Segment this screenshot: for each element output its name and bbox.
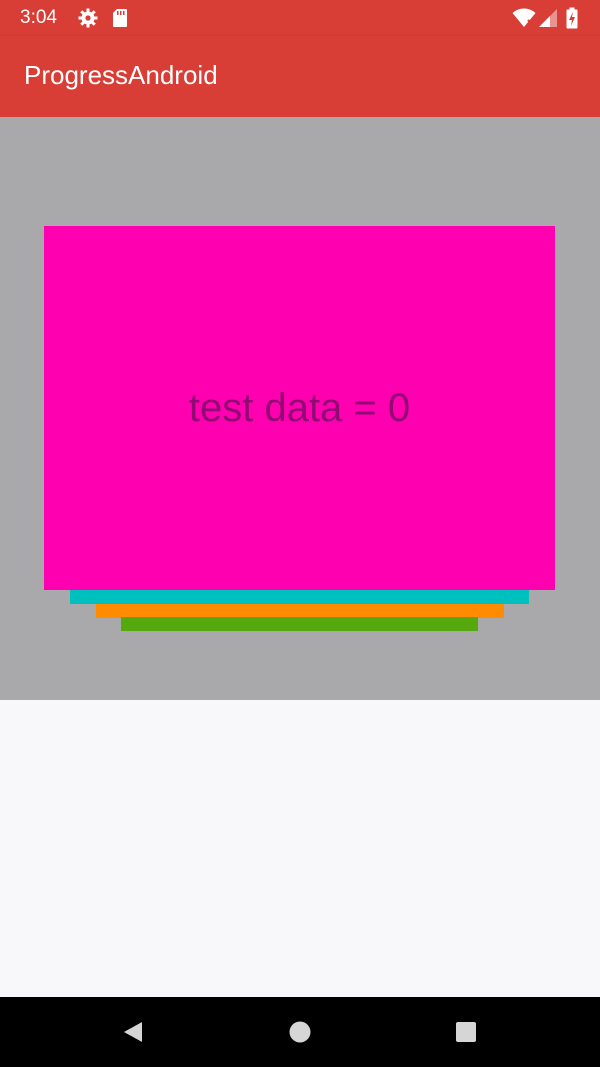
sd-card-icon — [112, 8, 128, 33]
back-icon[interactable] — [118, 1017, 148, 1047]
stack-layer-teal — [70, 590, 529, 604]
wifi-icon — [512, 8, 536, 33]
home-icon[interactable] — [285, 1017, 315, 1047]
stack-layer-orange — [96, 604, 504, 618]
content-area: test data = 0 — [0, 117, 600, 700]
blank-area — [0, 700, 600, 997]
navigation-bar — [0, 997, 600, 1067]
stack-layer-green — [121, 617, 478, 631]
card-text: test data = 0 — [188, 385, 411, 430]
recents-icon[interactable] — [451, 1017, 481, 1047]
progress-card: test data = 0 — [44, 226, 555, 590]
app-bar: ProgressAndroid — [0, 36, 600, 117]
gear-icon — [78, 8, 98, 33]
signal-icon — [538, 8, 558, 33]
status-bar: 3:04 — [0, 0, 600, 36]
app-title: ProgressAndroid — [24, 60, 218, 90]
battery-charging-icon — [566, 7, 578, 34]
status-time: 3:04 — [20, 7, 57, 28]
